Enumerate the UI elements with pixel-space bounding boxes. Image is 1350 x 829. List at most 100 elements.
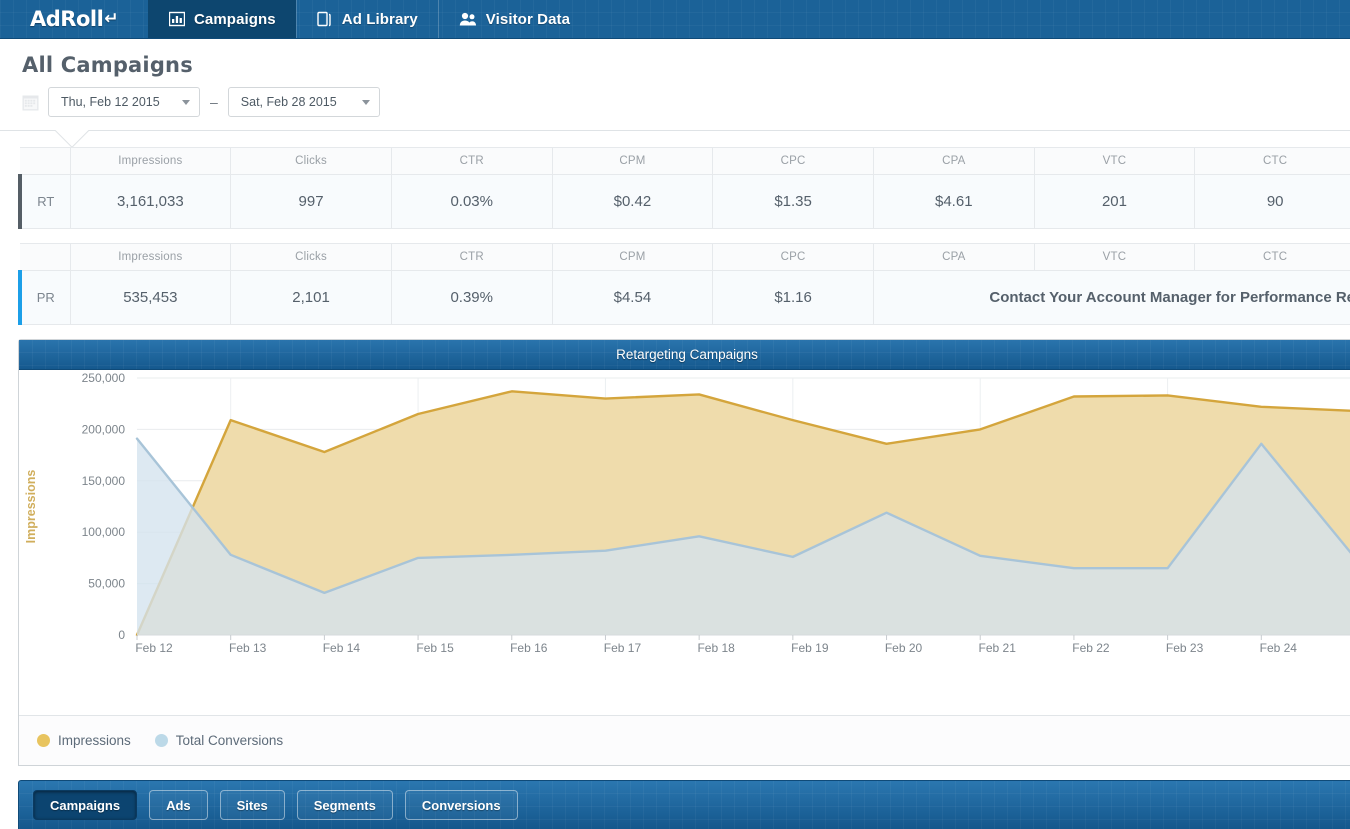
- cell-cpa: $4.61: [872, 174, 1035, 229]
- svg-text:Feb 22: Feb 22: [1072, 641, 1110, 655]
- account-manager-notice[interactable]: Contact Your Account Manager for Perform…: [872, 270, 1350, 325]
- summary-tables: Impressions Clicks CTR CPM CPC CPA VTC C…: [0, 147, 1350, 325]
- tab-label: Ads: [166, 797, 191, 813]
- tab-conversions[interactable]: Conversions: [404, 790, 518, 820]
- svg-text:Feb 13: Feb 13: [229, 641, 267, 655]
- svg-text:Feb 24: Feb 24: [1260, 641, 1298, 655]
- legend-color-swatch: [37, 734, 50, 747]
- chevron-down-icon: [182, 99, 190, 105]
- cell-cpc: $1.35: [712, 174, 874, 229]
- column-header: CPC: [712, 147, 874, 175]
- tab-sites[interactable]: Sites: [219, 790, 285, 820]
- cell-ctc: 90: [1194, 174, 1350, 229]
- date-start-value: Thu, Feb 12 2015: [61, 95, 160, 109]
- table-header-row: Impressions Clicks CTR CPM CPC CPA VTC C…: [20, 243, 1350, 271]
- tab-label: Campaigns: [50, 797, 121, 813]
- column-header: Impressions: [69, 243, 232, 271]
- svg-text:Feb 20: Feb 20: [885, 641, 923, 655]
- adroll-logo[interactable]: AdRoll ↵: [0, 0, 148, 38]
- svg-text:Feb 21: Feb 21: [979, 641, 1017, 655]
- legend-color-swatch: [154, 734, 168, 747]
- svg-text:Feb 12: Feb 12: [135, 641, 173, 655]
- row-code: RT: [18, 174, 71, 229]
- nav-item-visitor-data[interactable]: Visitor Data: [437, 0, 590, 38]
- chevron-down-icon: [361, 99, 370, 105]
- bottom-tab-bar: Campaigns Ads Sites Segments Conversions: [18, 780, 1350, 829]
- table-row[interactable]: PR 535,453 2,101 0.39% $4.54 $1.16 Conta…: [18, 270, 1350, 325]
- cell-ctr: 0.39%: [390, 270, 553, 325]
- date-end-value: Sat, Feb 28 2015: [240, 95, 337, 109]
- column-header: CPM: [551, 147, 714, 175]
- svg-text:150,000: 150,000: [82, 474, 126, 488]
- svg-text:0: 0: [118, 628, 125, 642]
- legend-item-impressions[interactable]: Impressions: [37, 733, 131, 748]
- nav-item-ad-library[interactable]: Ad Library: [295, 0, 438, 38]
- legend-label: Impressions: [58, 733, 131, 748]
- header-divider: [0, 130, 1350, 147]
- cell-clicks: 997: [230, 174, 392, 229]
- svg-text:Feb 18: Feb 18: [697, 641, 735, 655]
- cell-cpc: $1.16: [712, 270, 874, 325]
- cell-vtc: 201: [1033, 174, 1196, 229]
- brand-flourish: ↵: [104, 9, 119, 29]
- row-code: PR: [18, 270, 71, 325]
- nav-item-label: Visitor Data: [485, 10, 571, 28]
- bar-chart-icon: [169, 11, 185, 27]
- chart-legend: Impressions Total Conversions: [19, 715, 1350, 765]
- column-header-code: [20, 243, 71, 271]
- date-start-input[interactable]: Thu, Feb 12 2015: [48, 87, 200, 117]
- column-header: CPA: [872, 147, 1035, 175]
- svg-text:250,000: 250,000: [82, 371, 126, 385]
- column-header-code: [20, 147, 71, 175]
- chart-panel: Retargeting Campaigns 0 50,000 100,000 150,…: [18, 339, 1350, 766]
- brand-label: AdRoll: [29, 7, 104, 31]
- table-row[interactable]: RT 3,161,033 997 0.03% $0.42 $1.35 $4.61…: [18, 174, 1350, 229]
- chart-panel-title: Retargeting Campaigns: [19, 340, 1350, 370]
- tab-ads[interactable]: Ads: [149, 790, 208, 820]
- tab-label: Conversions: [421, 797, 501, 813]
- legend-item-total-conversions[interactable]: Total Conversions: [154, 733, 284, 748]
- tab-segments[interactable]: Segments: [296, 790, 393, 820]
- cell-impressions: 3,161,033: [69, 174, 232, 229]
- svg-text:Feb 16: Feb 16: [510, 641, 548, 655]
- divider-notch: [55, 130, 89, 147]
- table-header-row: Impressions Clicks CTR CPM CPC CPA VTC C…: [20, 147, 1350, 175]
- column-header: Clicks: [230, 147, 392, 175]
- calendar-icon[interactable]: [22, 94, 39, 111]
- summary-table-pr: Impressions Clicks CTR CPM CPC CPA VTC C…: [18, 243, 1350, 325]
- date-end-input[interactable]: Sat, Feb 28 2015: [227, 87, 380, 117]
- column-header: CTR: [390, 147, 553, 175]
- book-icon: [317, 11, 333, 27]
- nav-item-campaigns[interactable]: Campaigns: [148, 0, 296, 38]
- column-header: CPA: [872, 243, 1035, 271]
- cell-impressions: 535,453: [69, 270, 232, 325]
- date-range-picker: Thu, Feb 12 2015 – Sat, Feb 28 2015: [22, 87, 1350, 117]
- page-title: All Campaigns: [22, 53, 193, 77]
- column-header: Clicks: [230, 243, 392, 271]
- area-chart[interactable]: 0 50,000 100,000 150,000 200,000 250,000 Impre…: [19, 370, 1350, 715]
- summary-table-rt: Impressions Clicks CTR CPM CPC CPA VTC C…: [18, 147, 1350, 229]
- date-range-separator: –: [210, 94, 218, 110]
- cell-clicks: 2,101: [230, 270, 392, 325]
- page-header: All Campaigns Thu, Feb 12 2015 – Sat, Fe…: [0, 39, 1350, 117]
- column-header: CPM: [551, 243, 714, 271]
- column-header: VTC: [1033, 147, 1196, 175]
- svg-text:Feb 14: Feb 14: [323, 641, 361, 655]
- svg-text:100,000: 100,000: [82, 525, 126, 539]
- people-icon: [459, 11, 477, 27]
- svg-text:Impressions: Impressions: [24, 470, 38, 544]
- column-header: VTC: [1033, 243, 1196, 271]
- svg-text:50,000: 50,000: [88, 577, 125, 591]
- svg-text:Feb 15: Feb 15: [416, 641, 454, 655]
- nav-item-label: Ad Library: [341, 10, 418, 28]
- column-header: CTC: [1194, 243, 1350, 271]
- svg-text:200,000: 200,000: [82, 422, 126, 436]
- cell-ctr: 0.03%: [390, 174, 553, 229]
- column-header: CTR: [390, 243, 553, 271]
- cell-cpm: $0.42: [551, 174, 714, 229]
- chart-area: 0 50,000 100,000 150,000 200,000 250,000 Impre…: [19, 370, 1350, 715]
- tab-campaigns[interactable]: Campaigns: [33, 790, 138, 820]
- legend-label: Total Conversions: [175, 733, 284, 748]
- nav-item-label: Campaigns: [194, 10, 276, 28]
- svg-text:Feb 19: Feb 19: [791, 641, 829, 655]
